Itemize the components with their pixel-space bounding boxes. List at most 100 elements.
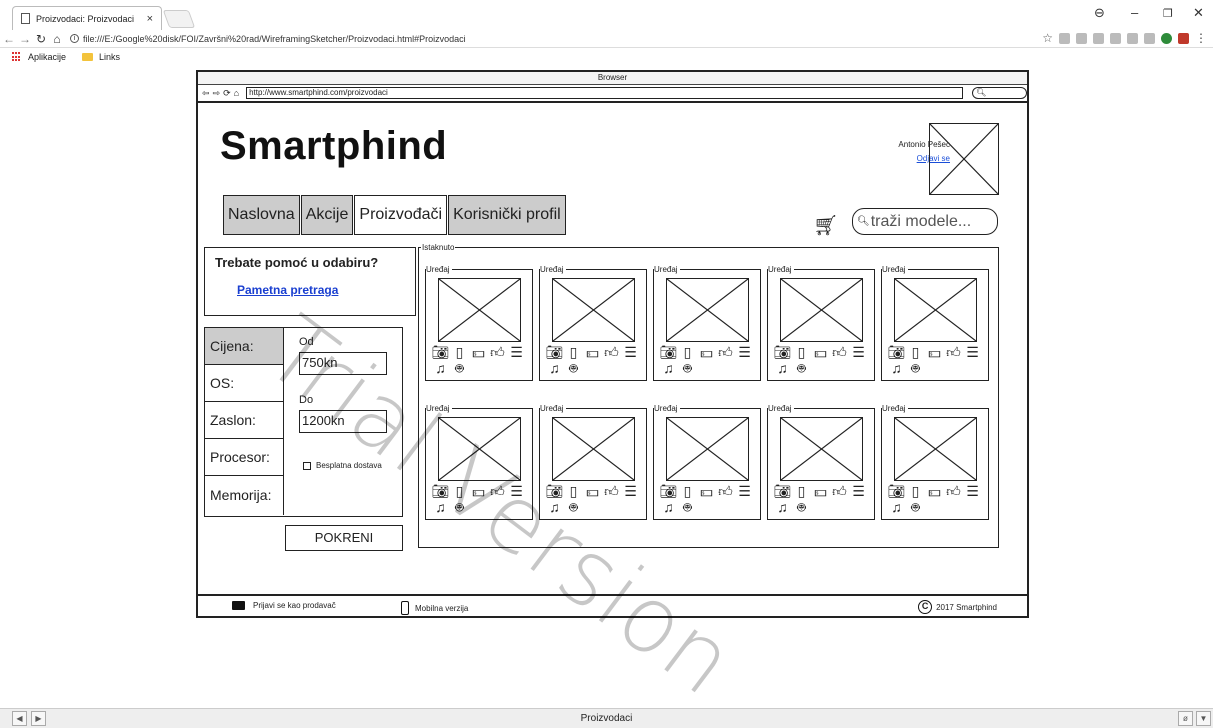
browser-tab[interactable]: Proizvodaci: Proizvodaci ×	[12, 6, 162, 30]
smart-search-link[interactable]: Pametna pretraga	[237, 283, 338, 297]
wireframe-forward-icon[interactable]: ⇨	[213, 88, 221, 99]
phone-icon: ▯	[911, 483, 920, 499]
money-icon: 💵︎	[700, 344, 713, 360]
device-image-placeholder	[666, 278, 749, 342]
device-card[interactable]: Uređaj 📷︎ ▯ 💵︎ 👍︎ ☰ ♫ 🤖︎	[539, 265, 647, 381]
thumbs-up-icon: 👍︎	[946, 344, 961, 360]
bookmark-apps[interactable]: Aplikacije	[28, 52, 66, 62]
dropdown-icon[interactable]: ▼	[1196, 711, 1211, 726]
bookmark-links[interactable]: Links	[99, 52, 120, 62]
device-card[interactable]: Uređaj 📷︎ ▯ 💵︎ 👍︎ ☰ ♫ 🤖︎	[653, 404, 761, 520]
wireframe-back-icon[interactable]: ⇦	[202, 88, 210, 99]
device-feature-icons: 📷︎ ▯ 💵︎ 👍︎ ☰ ♫ 🤖︎	[887, 483, 987, 515]
device-card[interactable]: Uređaj 📷︎ ▯ 💵︎ 👍︎ ☰ ♫ 🤖︎	[425, 265, 533, 381]
extension-icon[interactable]	[1093, 32, 1104, 44]
device-feature-icons: 📷︎ ▯ 💵︎ 👍︎ ☰ ♫ 🤖︎	[773, 344, 873, 376]
storage-icon: ☰	[966, 483, 979, 499]
extension-icon[interactable]	[1076, 32, 1087, 44]
mobile-version-link[interactable]: Mobilna verzija	[401, 601, 468, 615]
phone-icon: ▯	[455, 483, 464, 499]
filter-memory[interactable]: Memorija:	[205, 476, 283, 513]
filter-processor[interactable]: Procesor:	[205, 439, 283, 476]
tab-close-icon[interactable]: ×	[147, 13, 153, 25]
nav-tab-akcije[interactable]: Akcije	[300, 195, 354, 235]
cart-icon[interactable]: 🛒︎	[813, 216, 838, 236]
device-card[interactable]: Uređaj 📷︎ ▯ 💵︎ 👍︎ ☰ ♫ 🤖︎	[881, 265, 989, 381]
filter-categories: Cijena: OS: Zaslon: Procesor: Memorija:	[205, 328, 284, 515]
android-icon: 🤖︎	[911, 360, 920, 376]
checkbox-box[interactable]	[303, 461, 311, 470]
storage-icon: ☰	[510, 344, 523, 360]
extension-icon[interactable]	[1178, 32, 1189, 44]
no-entry-icon[interactable]: ø	[1178, 711, 1193, 726]
extension-icon[interactable]	[1127, 32, 1138, 44]
storage-icon: ☰	[738, 344, 751, 360]
filter-screen[interactable]: Zaslon:	[205, 402, 283, 439]
device-card[interactable]: Uređaj 📷︎ ▯ 💵︎ 👍︎ ☰ ♫ 🤖︎	[881, 404, 989, 520]
close-window-icon[interactable]: ✕	[1193, 5, 1204, 21]
camera-icon: 📷︎	[773, 483, 792, 499]
wireframe-search-icon[interactable]: 🔍︎	[972, 87, 1028, 99]
device-card[interactable]: Uređaj 📷︎ ▯ 💵︎ 👍︎ ☰ ♫ 🤖︎	[767, 404, 875, 520]
extension-icon[interactable]	[1144, 32, 1155, 44]
storage-icon: ☰	[966, 344, 979, 360]
thumbs-up-icon: 👍︎	[832, 483, 847, 499]
site-logo[interactable]: Smartphind	[220, 124, 447, 169]
from-label: Od	[299, 336, 314, 348]
url-field[interactable]: i file:///E:/Google%20disk/FOI/Završni%2…	[70, 34, 466, 44]
extensions-area: ☆ ⋮	[1042, 31, 1207, 45]
price-to-input[interactable]: 1200kn	[299, 410, 387, 433]
wireframe-url-field[interactable]: http://www.smartphind.com/proizvodaci	[246, 87, 964, 99]
scroll-right-icon[interactable]: ▶	[31, 711, 46, 726]
device-card[interactable]: Uređaj 📷︎ ▯ 💵︎ 👍︎ ☰ ♫ 🤖︎	[653, 265, 761, 381]
price-from-input[interactable]: 750kn	[299, 352, 387, 375]
android-icon: 🤖︎	[569, 499, 578, 515]
reload-icon[interactable]: ↻	[34, 32, 48, 46]
device-card[interactable]: Uređaj 📷︎ ▯ 💵︎ 👍︎ ☰ ♫ 🤖︎	[767, 265, 875, 381]
nav-tab-naslovna[interactable]: Naslovna	[223, 195, 300, 235]
scroll-left-icon[interactable]: ◀	[12, 711, 27, 726]
profile-icon[interactable]: ⊖	[1094, 5, 1105, 21]
extension-icon[interactable]	[1059, 32, 1070, 44]
back-icon[interactable]: ←	[2, 32, 16, 46]
phone-icon: ▯	[911, 344, 920, 360]
nav-tab-korisnicki-profil[interactable]: Korisnički profil	[448, 195, 566, 235]
device-image-placeholder	[894, 278, 977, 342]
forward-icon[interactable]: →	[18, 32, 32, 46]
bookmark-star-icon[interactable]: ☆	[1042, 31, 1053, 45]
nav-tab-proizvodaci[interactable]: Proizvođači	[354, 195, 448, 235]
run-button[interactable]: POKRENI	[285, 525, 403, 551]
device-feature-icons: 📷︎ ▯ 💵︎ 👍︎ ☰ ♫ 🤖︎	[773, 483, 873, 515]
model-search-input[interactable]: 🔍︎ traži modele...	[852, 208, 998, 235]
restore-icon[interactable]: ❐	[1163, 7, 1173, 20]
wireframe-reload-icon[interactable]: ⟳	[223, 88, 231, 99]
device-card[interactable]: Uređaj 📷︎ ▯ 💵︎ 👍︎ ☰ ♫ 🤖︎	[425, 404, 533, 520]
minimize-icon[interactable]: –	[1131, 5, 1138, 20]
free-shipping-checkbox[interactable]: Besplatna dostava	[303, 461, 382, 470]
extension-icon[interactable]	[1161, 32, 1172, 44]
seller-login-link[interactable]: Prijavi se kao prodavač	[232, 601, 336, 610]
info-icon: i	[70, 34, 79, 43]
filter-os[interactable]: OS:	[205, 365, 283, 402]
new-tab-button[interactable]	[162, 10, 196, 28]
menu-icon[interactable]: ⋮	[1195, 31, 1207, 45]
avatar-placeholder[interactable]	[929, 123, 999, 195]
thumbs-up-icon: 👍︎	[718, 344, 733, 360]
camera-icon: 📷︎	[773, 344, 792, 360]
device-card-label: Uređaj	[540, 404, 566, 413]
camera-icon: 📷︎	[431, 483, 450, 499]
device-image-placeholder	[552, 417, 635, 481]
thumbs-up-icon: 👍︎	[490, 344, 505, 360]
device-card[interactable]: Uređaj 📷︎ ▯ 💵︎ 👍︎ ☰ ♫ 🤖︎	[539, 404, 647, 520]
thumbs-up-icon: 👍︎	[832, 344, 847, 360]
android-icon: 🤖︎	[683, 499, 692, 515]
phone-icon: ▯	[455, 344, 464, 360]
extension-icon[interactable]	[1110, 32, 1121, 44]
home-icon[interactable]: ⌂	[50, 32, 64, 46]
phone-icon: ▯	[683, 344, 692, 360]
wireframe-home-icon[interactable]: ⌂	[234, 88, 239, 98]
music-icon: ♫	[777, 360, 788, 376]
address-bar: ← → ↻ ⌂ i file:///E:/Google%20disk/FOI/Z…	[0, 30, 1213, 48]
filter-price[interactable]: Cijena:	[205, 328, 283, 365]
filter-panel: Cijena: OS: Zaslon: Procesor: Memorija: …	[204, 327, 403, 517]
